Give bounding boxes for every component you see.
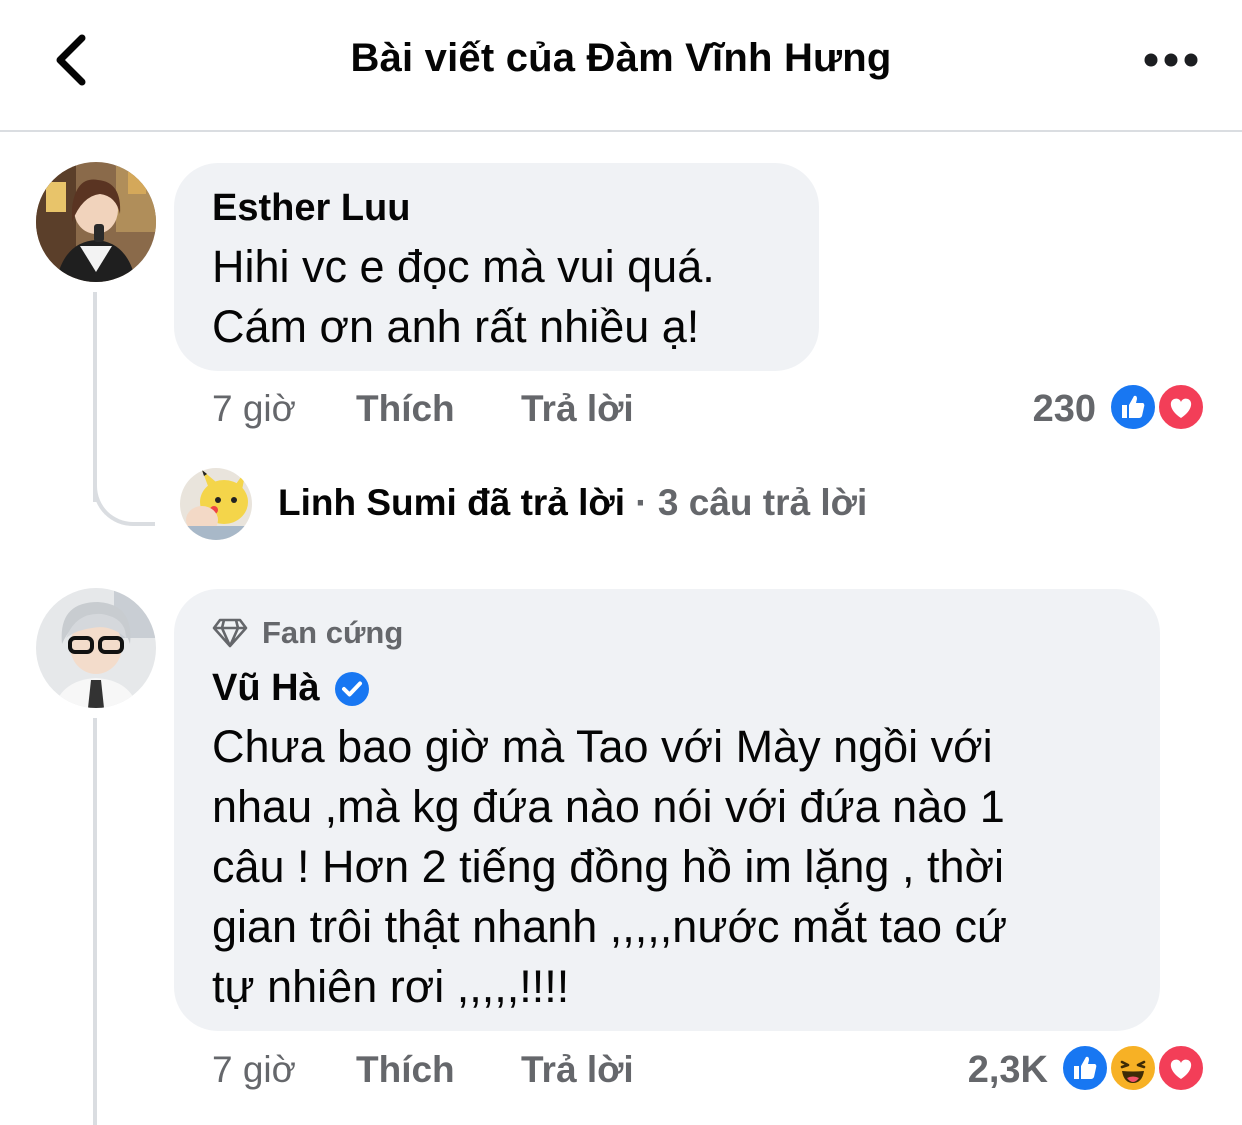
- comment-time[interactable]: 7 giờ: [212, 1049, 296, 1091]
- thread-connector: [93, 718, 97, 1125]
- reply-button[interactable]: Trả lời: [521, 388, 634, 430]
- more-dots-icon: [1144, 53, 1198, 67]
- comment-author[interactable]: Vũ Hà: [212, 667, 320, 710]
- page-title: Bài viết của Đàm Vĩnh Hưng: [350, 36, 892, 80]
- diamond-icon: [212, 618, 248, 648]
- comment-text-line: câu ! Hơn 2 tiếng đồng hồ im lặng , thời: [212, 841, 1004, 892]
- reply-count[interactable]: · 3 câu trả lời: [635, 482, 867, 523]
- comment-actions: 7 giờ Thích Trả lời: [212, 1049, 812, 1095]
- comment-text-line: tự nhiên rơi ,,,,,!!!!: [212, 961, 570, 1012]
- love-reaction-icon: [1156, 382, 1206, 432]
- avatar-linh-sumi[interactable]: [180, 468, 252, 540]
- comment-time[interactable]: 7 giờ: [212, 388, 296, 430]
- comment-actions: 7 giờ Thích Trả lời: [212, 388, 812, 434]
- haha-reaction-icon: [1108, 1043, 1158, 1093]
- verified-badge-icon: [334, 671, 369, 706]
- comment-text-line: Chưa bao giờ mà Tao với Mày ngồi với: [212, 721, 993, 772]
- profile-photo-icon: [36, 588, 156, 708]
- comment-bubble[interactable]: Fan cứng Vũ Hà Chưa bao giờ mà Tao với M…: [174, 589, 1160, 1031]
- comment-bubble[interactable]: Esther Luu Hihi vc e đọc mà vui quá. Cám…: [174, 163, 819, 371]
- like-button[interactable]: Thích: [356, 388, 455, 430]
- comment-text-line: gian trôi thật nhanh ,,,,,nước mắt tao c…: [212, 901, 1008, 952]
- comment-text-line: Hihi vc e đọc mà vui quá.: [212, 241, 715, 292]
- avatar-vu-ha[interactable]: [36, 588, 156, 708]
- reply-action-text: đã trả lời: [467, 482, 626, 523]
- profile-photo-icon: [180, 468, 252, 540]
- reply-summary[interactable]: Linh Sumi đã trả lời · 3 câu trả lời: [278, 482, 867, 524]
- badge-label: Fan cứng: [262, 615, 404, 650]
- reply-author[interactable]: Linh Sumi: [278, 482, 457, 523]
- reaction-count[interactable]: 230: [990, 388, 1096, 431]
- like-reaction-icon: [1108, 382, 1158, 432]
- reply-button[interactable]: Trả lời: [521, 1049, 634, 1091]
- comment-author-row: Vũ Hà: [212, 667, 370, 710]
- more-options-button[interactable]: [1140, 44, 1202, 76]
- avatar-esther-luu[interactable]: [36, 162, 156, 282]
- reaction-count[interactable]: 2,3K: [920, 1049, 1048, 1092]
- love-reaction-icon: [1156, 1043, 1206, 1093]
- top-bar: Bài viết của Đàm Vĩnh Hưng: [0, 0, 1242, 132]
- fan-badge: Fan cứng: [212, 615, 403, 651]
- like-button[interactable]: Thích: [356, 1049, 455, 1091]
- profile-photo-icon: [36, 162, 156, 282]
- comment-text-line: Cám ơn anh rất nhiều ạ!: [212, 301, 700, 352]
- comment-author[interactable]: Esther Luu: [212, 187, 410, 230]
- comment-text-line: nhau ,mà kg đứa nào nói với đứa nào 1: [212, 781, 1005, 832]
- like-reaction-icon: [1060, 1043, 1110, 1093]
- thread-connector-curve: [93, 440, 155, 526]
